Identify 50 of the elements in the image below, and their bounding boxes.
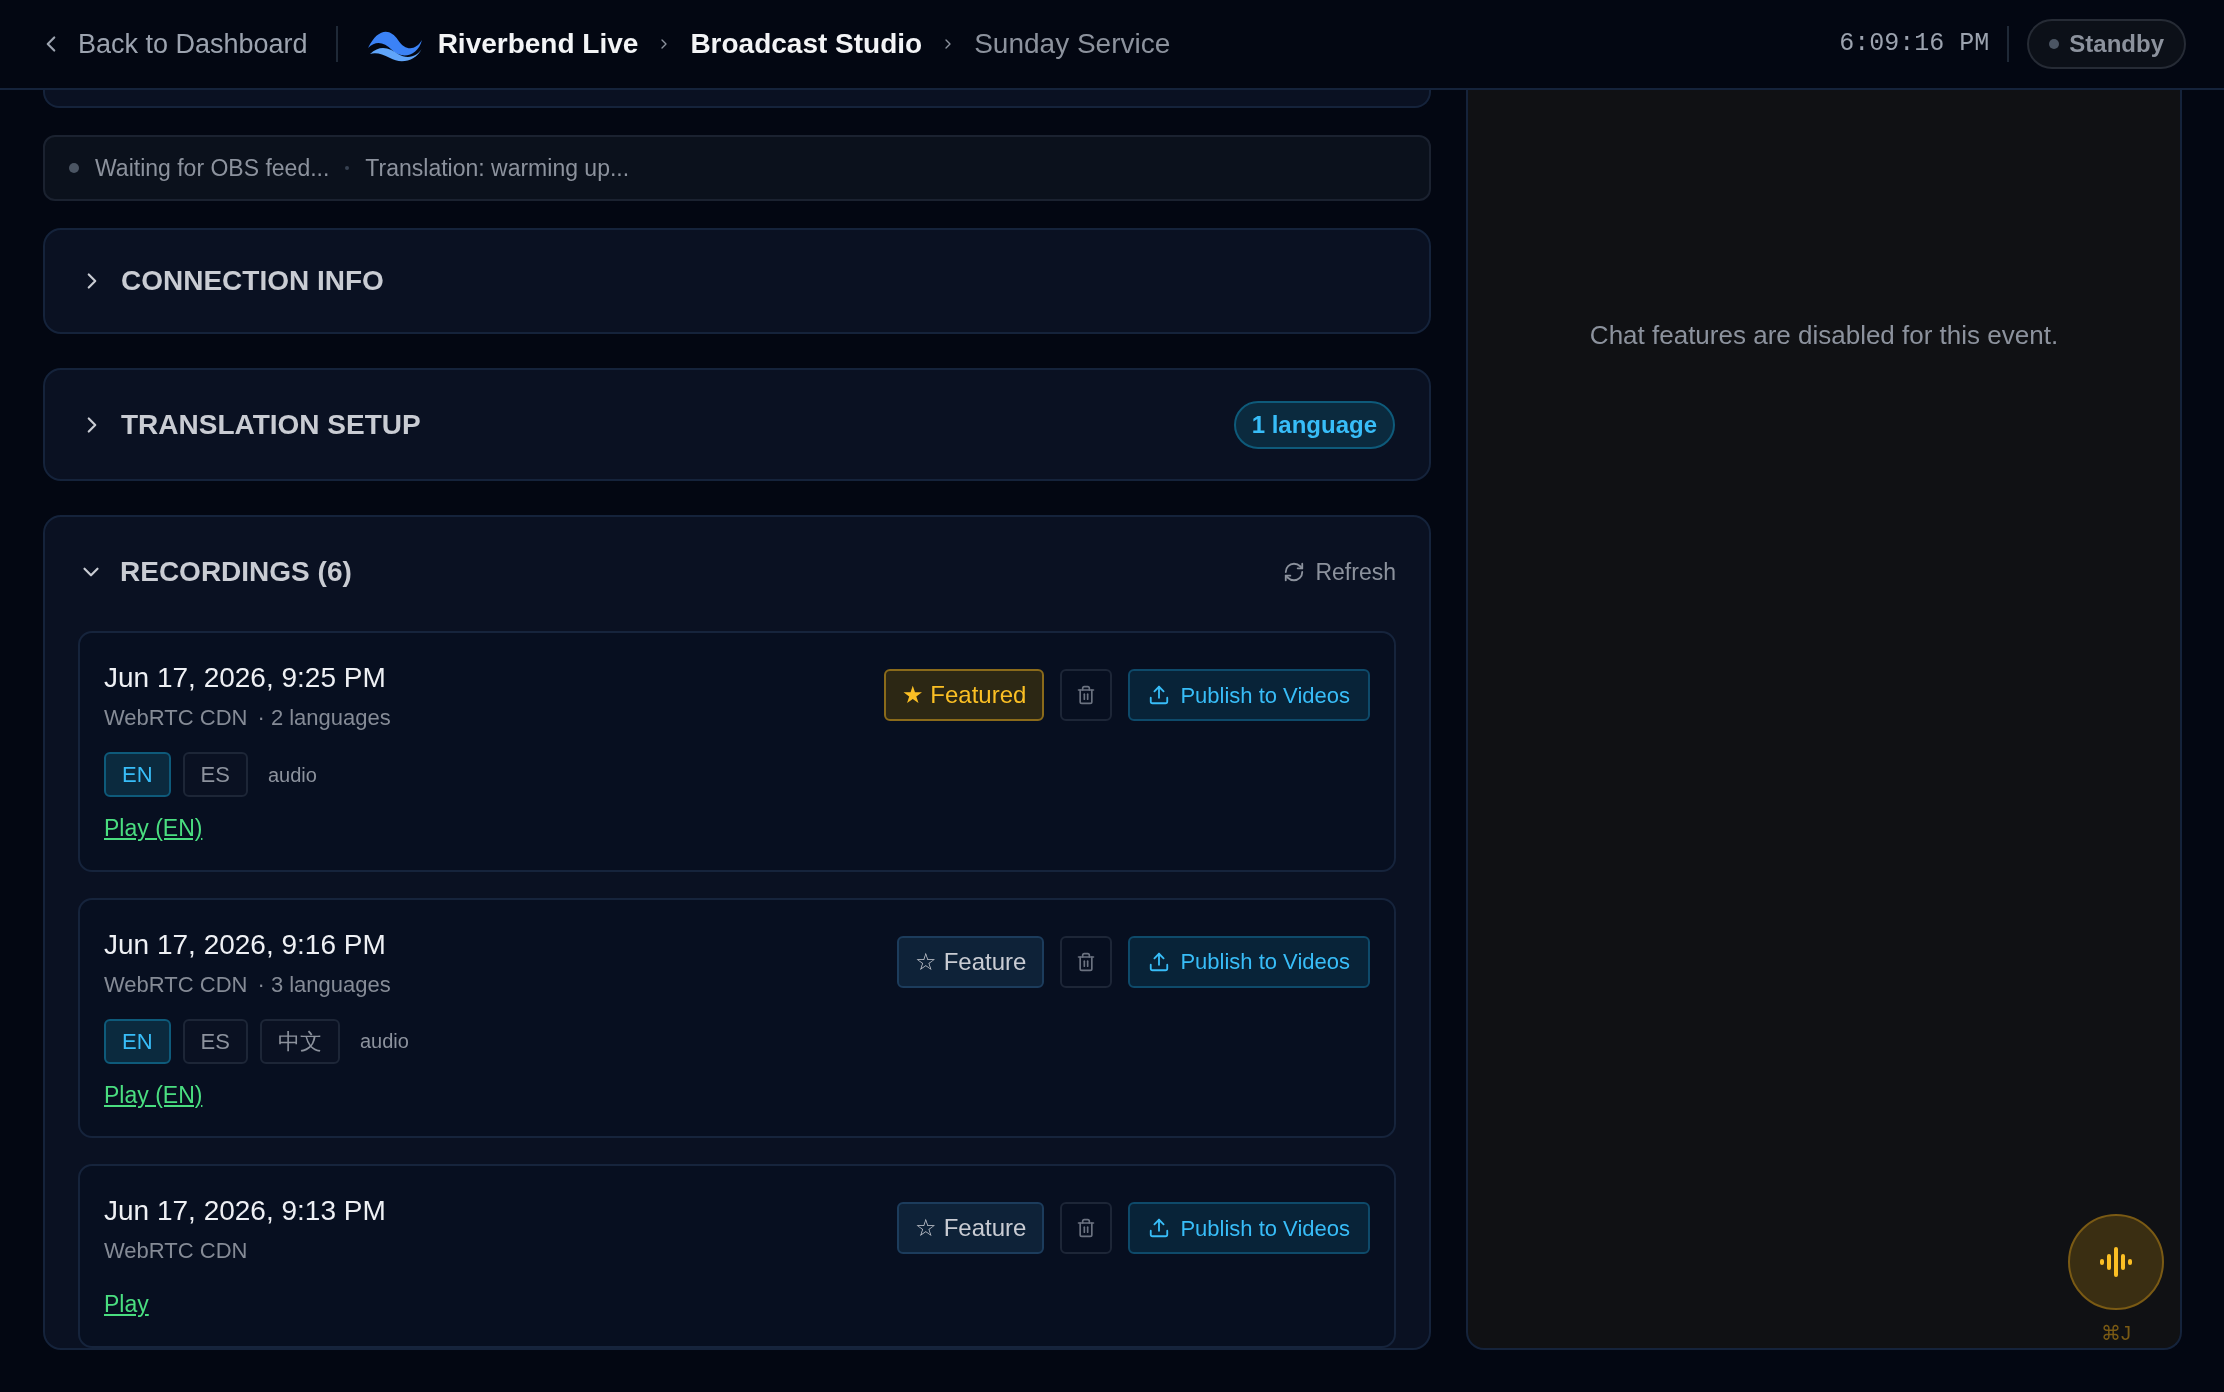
recordings-header[interactable]: RECORDINGS (6) xyxy=(78,551,352,593)
delete-button[interactable] xyxy=(1060,935,1113,988)
feature-button[interactable]: ☆ Feature xyxy=(897,935,1045,988)
refresh-icon xyxy=(1283,561,1306,583)
publish-button[interactable]: Publish to Videos xyxy=(1128,669,1370,721)
publish-button[interactable]: Publish to Videos xyxy=(1128,935,1370,988)
breadcrumb: Sunday Service xyxy=(974,27,1171,61)
status-text: Waiting for OBS feed... xyxy=(95,153,330,183)
language-count: · 3 languages xyxy=(257,970,391,999)
publish-button[interactable]: Publish to Videos xyxy=(1128,1202,1370,1254)
clock: 6:09:16 PM xyxy=(1839,28,1990,61)
upload-icon xyxy=(1148,684,1171,706)
recording-date: Jun 17, 2026, 9:13 PM xyxy=(104,1194,386,1228)
language-tag[interactable]: EN xyxy=(104,1018,171,1064)
recording-source: WebRTC CDN xyxy=(104,1237,248,1265)
chat-disabled-message: Chat features are disabled for this event. xyxy=(1589,319,2059,352)
play-link[interactable]: Play xyxy=(104,1287,386,1322)
breadcrumb[interactable]: Broadcast Studio xyxy=(690,23,923,65)
language-count-badge: 1 language xyxy=(1233,400,1395,449)
upload-icon xyxy=(1148,950,1171,973)
status-text: Translation: warming up... xyxy=(365,153,630,183)
format-label: audio xyxy=(267,762,317,788)
recording-source: WebRTC CDN xyxy=(104,970,248,999)
language-count: · 2 languages xyxy=(257,704,391,732)
play-link[interactable]: Play (EN) xyxy=(104,811,391,846)
back-link[interactable]: Back to Dashboard xyxy=(38,23,308,65)
delete-button[interactable] xyxy=(1060,669,1113,721)
play-link[interactable]: Play (EN) xyxy=(104,1077,409,1112)
format-label: audio xyxy=(359,1029,409,1054)
trash-icon xyxy=(1076,1218,1097,1238)
section-header[interactable]: CONNECTION INFO xyxy=(79,260,384,302)
sound-wave-icon xyxy=(2099,1245,2133,1278)
feature-button[interactable]: ☆ Feature xyxy=(897,1202,1045,1254)
language-tag[interactable]: EN xyxy=(104,752,171,797)
language-tag[interactable]: 中文 xyxy=(259,1018,340,1064)
recording-source: WebRTC CDN xyxy=(104,704,248,732)
delete-button[interactable] xyxy=(1060,1202,1113,1254)
breadcrumb[interactable]: Riverbend Live xyxy=(437,23,639,65)
trash-icon xyxy=(1076,685,1097,705)
section-header[interactable]: TRANSLATION SETUP xyxy=(79,403,421,446)
status-pill: Standby xyxy=(2027,19,2186,69)
language-tag[interactable]: ES xyxy=(182,752,248,797)
recording-date: Jun 17, 2026, 9:25 PM xyxy=(104,661,387,695)
feature-button[interactable]: ★ Featured xyxy=(883,669,1045,721)
shortcut-hint: ⌘J xyxy=(2101,1320,2131,1346)
recording-date: Jun 17, 2026, 9:16 PM xyxy=(104,927,387,962)
upload-icon xyxy=(1148,1217,1171,1239)
language-tag[interactable]: ES xyxy=(182,1018,248,1064)
refresh-button[interactable]: Refresh xyxy=(1283,554,1396,590)
trash-icon xyxy=(1076,951,1097,972)
